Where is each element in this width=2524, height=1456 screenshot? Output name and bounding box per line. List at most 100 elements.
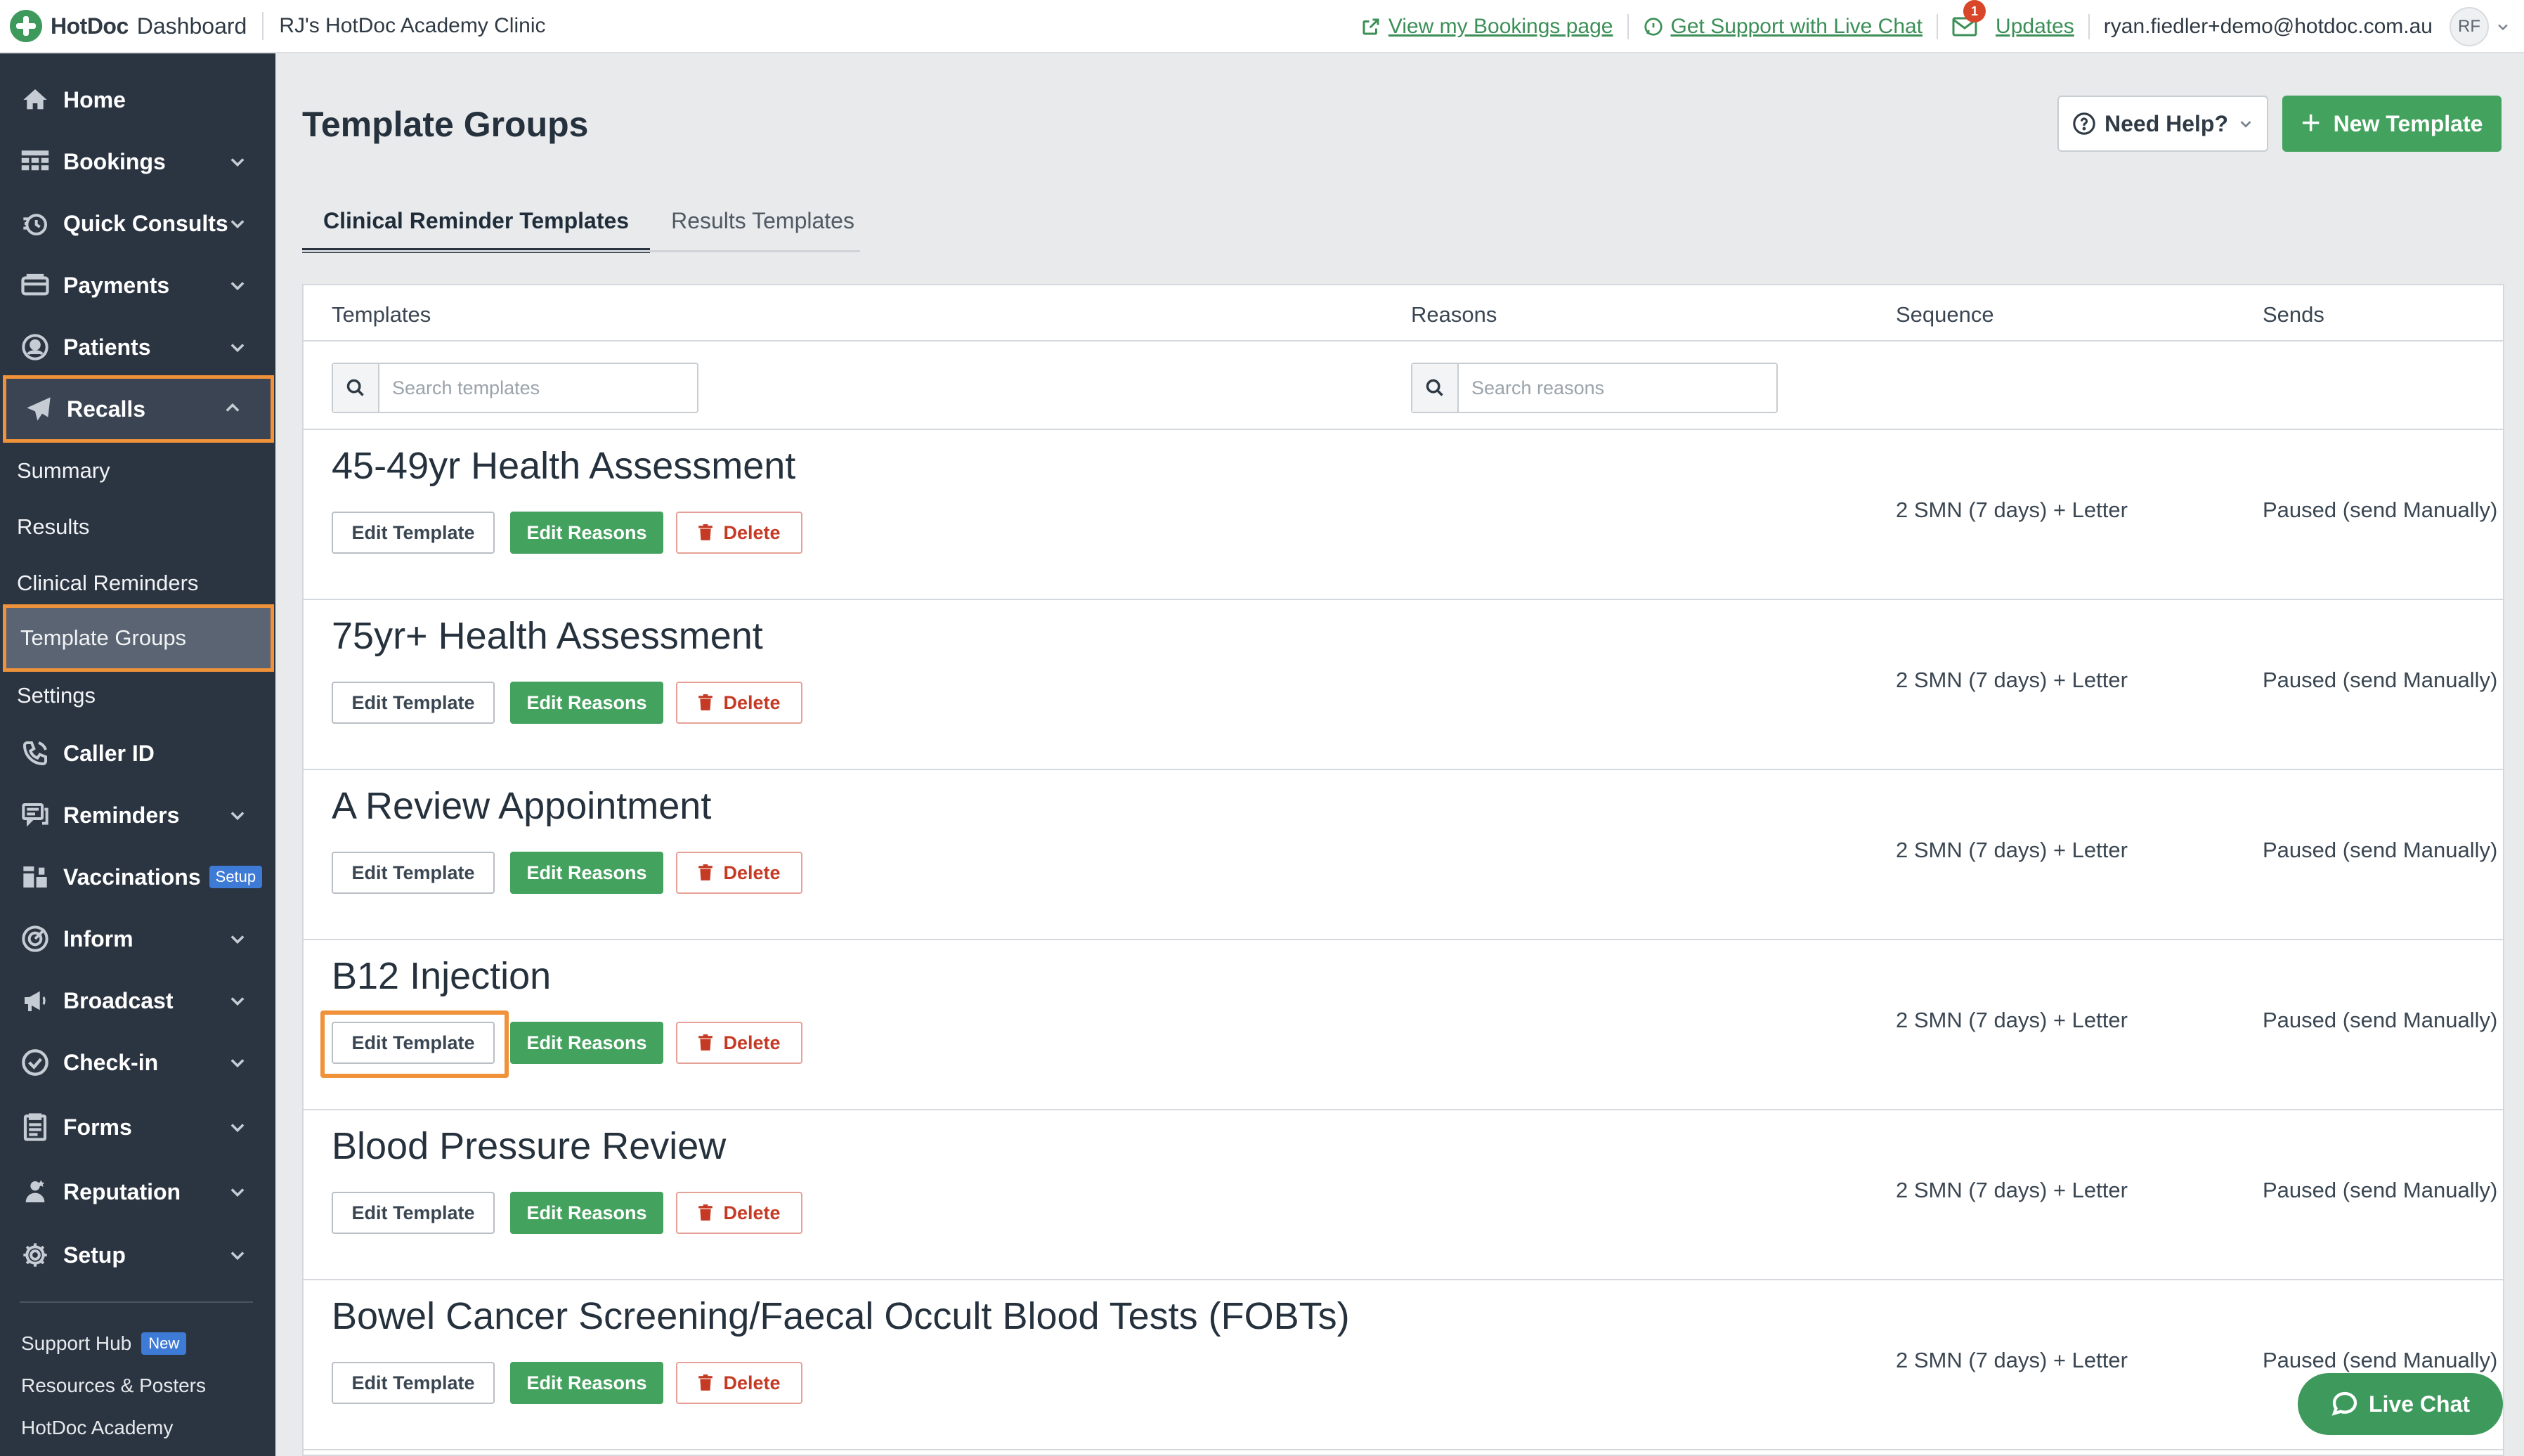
need-help-button[interactable]: Need Help? xyxy=(2057,96,2268,152)
sidebar-item-label: Check-in xyxy=(63,1049,159,1075)
sidebar-item-label: Forms xyxy=(63,1114,132,1140)
support-chat-link[interactable]: Get Support with Live Chat xyxy=(1643,15,1923,39)
search-reasons-input[interactable] xyxy=(1459,364,1776,412)
trash-icon xyxy=(698,694,713,710)
edit-reasons-button[interactable]: Edit Reasons xyxy=(510,1362,663,1404)
sidebar-item-patients[interactable]: Patients xyxy=(0,316,275,378)
brand[interactable]: HotDoc Dashboard xyxy=(0,0,247,52)
resources-link[interactable]: Resources & Posters xyxy=(21,1374,206,1397)
edit-template-button[interactable]: Edit Template xyxy=(332,852,495,894)
sidebar-item-label: Patients xyxy=(63,334,151,360)
divider xyxy=(262,12,264,40)
edit-reasons-button[interactable]: Edit Reasons xyxy=(510,852,663,894)
table-row: B12 Injection Edit Template Edit Reasons… xyxy=(304,940,2503,1110)
delete-button[interactable]: Delete xyxy=(676,1192,802,1234)
sidebar-item-broadcast[interactable]: Broadcast xyxy=(0,970,275,1032)
trash-icon xyxy=(698,1204,713,1221)
sidebar-item-inform[interactable]: Inform xyxy=(0,908,275,970)
sidebar-item-payments[interactable]: Payments xyxy=(0,254,275,316)
delete-label: Delete xyxy=(723,691,781,713)
sidebar-divider xyxy=(20,1301,253,1303)
delete-button[interactable]: Delete xyxy=(676,682,802,724)
new-template-label: New Template xyxy=(2333,110,2483,136)
sidebar-subitem-clinical-reminders[interactable]: Clinical Reminders xyxy=(0,555,275,611)
chevron-down-icon xyxy=(230,935,245,944)
mail-icon: 1 xyxy=(1952,0,1986,37)
edit-template-button[interactable]: Edit Template xyxy=(332,1192,495,1234)
sends-value: Paused (send Manually) xyxy=(2263,1008,2498,1032)
sidebar-item-reminders[interactable]: Reminders xyxy=(0,784,275,846)
view-bookings-label: View my Bookings page xyxy=(1388,15,1613,38)
sidebar-item-vaccinations[interactable]: Vaccinations Setup xyxy=(0,846,275,908)
avatar[interactable]: RF xyxy=(2450,7,2489,46)
sidebar-item-label: Vaccinations xyxy=(63,864,201,890)
header-reasons: Reasons xyxy=(1411,302,1497,327)
delete-label: Delete xyxy=(723,1202,781,1223)
edit-template-button[interactable]: Edit Template xyxy=(332,1022,495,1064)
chevron-down-icon xyxy=(230,997,245,1006)
sidebar-item-check-in[interactable]: Check-in xyxy=(0,1032,275,1093)
support-chat-label: Get Support with Live Chat xyxy=(1670,15,1923,38)
sidebar-item-label: Quick Consults xyxy=(63,210,228,236)
chevron-down-icon xyxy=(230,1059,245,1068)
template-name: 75yr+ Health Assessment xyxy=(332,615,763,657)
support-hub-link[interactable]: Support Hub New xyxy=(21,1332,187,1355)
sidebar-item-home[interactable]: Home xyxy=(0,69,275,131)
sidebar-item-caller-id[interactable]: Caller ID xyxy=(0,722,275,784)
sidebar-subitem-template-groups[interactable]: Template Groups xyxy=(3,604,274,672)
tabs-underline xyxy=(302,250,860,252)
chevron-down-icon[interactable] xyxy=(2496,20,2510,34)
plus-icon: + xyxy=(2301,105,2321,142)
search-templates-input[interactable] xyxy=(379,364,697,412)
tabs: Clinical Reminder Templates Results Temp… xyxy=(302,197,876,253)
sidebar-subitem-results[interactable]: Results xyxy=(0,499,275,555)
need-help-label: Need Help? xyxy=(2104,110,2229,136)
delete-button[interactable]: Delete xyxy=(676,512,802,554)
edit-reasons-button[interactable]: Edit Reasons xyxy=(510,512,663,554)
sidebar-item-setup[interactable]: Setup xyxy=(0,1224,275,1286)
edit-template-button[interactable]: Edit Template xyxy=(332,512,495,554)
sidebar-item-recalls[interactable]: Recalls xyxy=(3,375,274,443)
edit-template-button[interactable]: Edit Template xyxy=(332,1362,495,1404)
chevron-down-icon xyxy=(230,1124,245,1133)
sends-value: Paused (send Manually) xyxy=(2263,1348,2498,1372)
bookings-icon xyxy=(20,146,51,177)
page-title: Template Groups xyxy=(302,105,589,144)
edit-template-button[interactable]: Edit Template xyxy=(332,682,495,724)
new-template-button[interactable]: + New Template xyxy=(2282,96,2502,152)
live-chat-button[interactable]: Live Chat xyxy=(2298,1373,2503,1435)
delete-button[interactable]: Delete xyxy=(676,1022,802,1064)
tab-clinical-reminder-templates[interactable]: Clinical Reminder Templates xyxy=(302,197,651,253)
updates-link[interactable]: Updates xyxy=(1996,15,2074,39)
sidebar-item-quick-consults[interactable]: Quick Consults xyxy=(0,193,275,254)
delete-button[interactable]: Delete xyxy=(676,852,802,894)
sidebar-item-reputation[interactable]: Reputation xyxy=(0,1161,275,1223)
template-name: Blood Pressure Review xyxy=(332,1125,727,1167)
user-email: ryan.fiedler+demo@hotdoc.com.au xyxy=(2103,15,2433,38)
sidebar-item-bookings[interactable]: Bookings xyxy=(0,131,275,193)
chevron-down-icon xyxy=(230,1252,245,1261)
edit-reasons-button[interactable]: Edit Reasons xyxy=(510,1022,663,1064)
brand-name: HotDoc xyxy=(51,13,129,39)
academy-link[interactable]: HotDoc Academy xyxy=(21,1417,173,1439)
header-sequence: Sequence xyxy=(1896,302,1994,327)
view-bookings-link[interactable]: View my Bookings page xyxy=(1360,15,1613,39)
reputation-icon xyxy=(20,1176,51,1207)
edit-reasons-button[interactable]: Edit Reasons xyxy=(510,1192,663,1234)
delete-button[interactable]: Delete xyxy=(676,1362,802,1404)
edit-reasons-button[interactable]: Edit Reasons xyxy=(510,682,663,724)
sequence-value: 2 SMN (7 days) + Letter xyxy=(1896,1348,2128,1372)
sidebar-subitem-summary[interactable]: Summary xyxy=(0,443,275,499)
tab-results-templates[interactable]: Results Templates xyxy=(650,197,876,253)
chevron-down-icon xyxy=(230,220,245,229)
support-hub-label: Support Hub xyxy=(21,1332,132,1354)
sidebar-subitem-settings[interactable]: Settings xyxy=(0,668,275,724)
sidebar-item-forms[interactable]: Forms xyxy=(0,1096,275,1158)
chevron-down-icon xyxy=(230,344,245,353)
template-name: Bowel Cancer Screening/Faecal Occult Blo… xyxy=(332,1295,1350,1337)
delete-label: Delete xyxy=(723,521,781,543)
external-link-icon xyxy=(1362,18,1379,35)
updates[interactable]: 1 Updates xyxy=(1952,0,2074,39)
phone-icon xyxy=(20,738,51,769)
sidebar-item-label: Caller ID xyxy=(63,740,155,766)
